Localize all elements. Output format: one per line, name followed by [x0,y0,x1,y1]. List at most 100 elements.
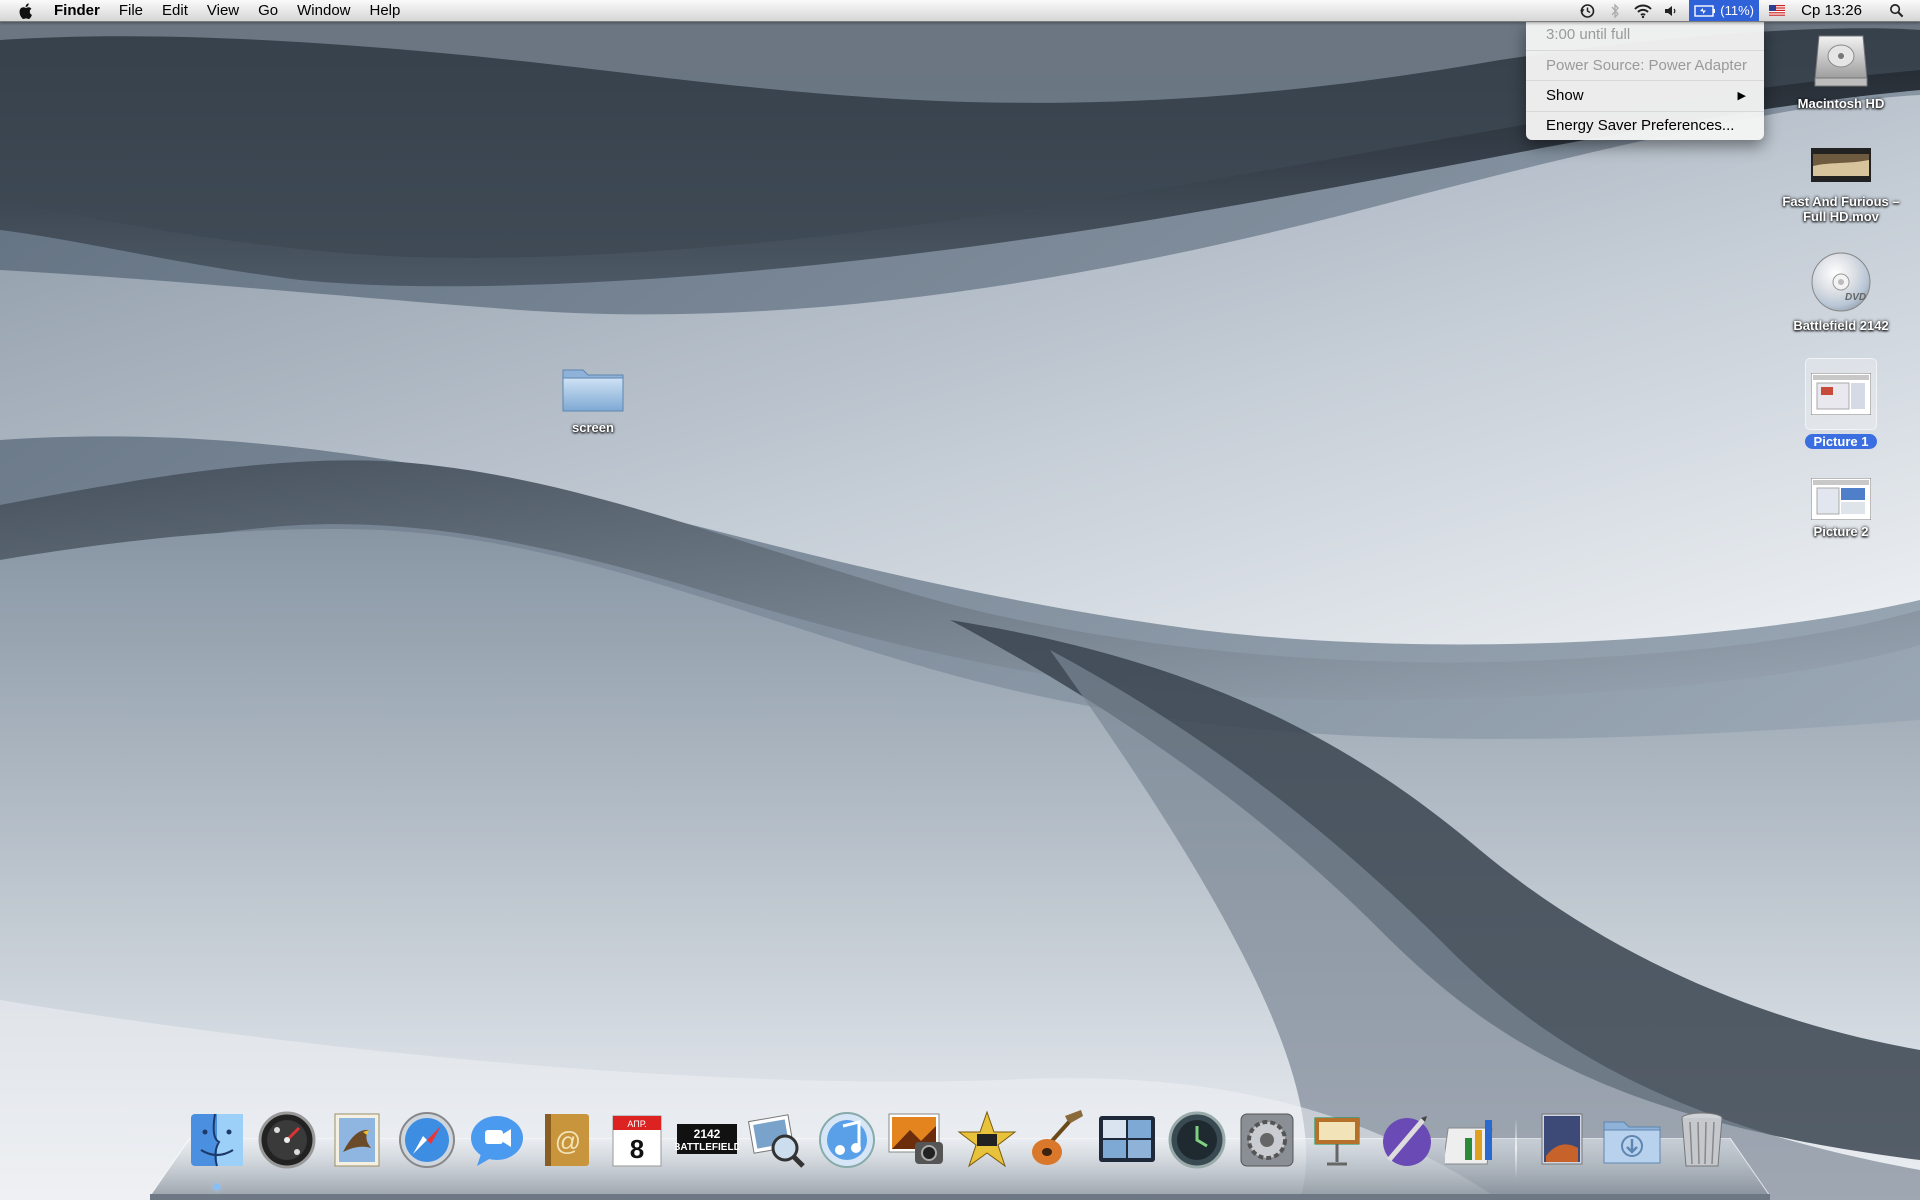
iweb-icon [1383,1116,1431,1166]
dock-iphoto[interactable] [885,1108,949,1178]
dock-trash[interactable] [1670,1108,1734,1178]
dock-ical[interactable]: АПР. 8 [605,1108,669,1178]
imovie-icon [957,1110,1017,1168]
dock-system-preferences[interactable] [1235,1108,1299,1178]
battlefield-2142-icon: 2142BATTLEFIELD [673,1124,741,1154]
desktop-icon-label-line2: Full HD.mov [1803,209,1879,224]
battery-show-submenu[interactable]: Show ▶ [1546,86,1756,106]
menu-edit[interactable]: Edit [162,0,188,21]
time-machine-status-icon[interactable] [1577,0,1597,21]
dock-iweb[interactable] [1375,1108,1439,1178]
menu-separator [1526,50,1764,51]
desktop-icon-label: Picture 2 [1813,524,1869,539]
battery-dropdown-menu: 3:00 until full Power Source: Power Adap… [1526,22,1764,140]
desktop-icon-picture-2[interactable]: Picture 2 [1776,478,1906,539]
dock-preview[interactable] [745,1108,809,1178]
keynote-icon [1314,1117,1360,1166]
selection-highlight [1805,358,1877,430]
dashboard-icon [258,1111,316,1169]
system-preferences-icon [1240,1113,1294,1167]
bluetooth-icon[interactable] [1605,0,1625,21]
ichat-icon [471,1116,523,1166]
battery-menu-extra[interactable]: (11%) [1689,0,1760,21]
dock-address-book[interactable]: @ [535,1108,599,1178]
spaces-icon [1099,1116,1155,1162]
documents-stack-icon [1541,1113,1583,1165]
numbers-icon [1442,1120,1493,1165]
battery-time-status: 3:00 until full [1546,26,1631,43]
itunes-icon [819,1112,875,1168]
dock-safari[interactable] [395,1108,459,1178]
dock-garageband[interactable] [1025,1108,1089,1178]
desktop-icon-label: Fast And Furious – Full HD.mov [1776,194,1906,224]
dock-mail[interactable] [325,1108,389,1178]
hard-drive-icon [1814,35,1868,87]
show-submenu-label: Show [1546,87,1584,104]
desktop-icon-screen-folder[interactable]: screen [528,362,658,435]
desktop-icon-picture-1[interactable]: Picture 1 [1776,358,1906,451]
battery-charging-icon [1694,4,1716,17]
menu-separator [1526,111,1764,112]
menu-file[interactable]: File [119,0,143,21]
menu-app-name[interactable]: Finder [54,0,100,21]
desktop-icon-label: screen [572,420,614,435]
battlefield-title-top: 2142 [694,1127,721,1141]
menu-view[interactable]: View [207,0,239,21]
desktop-icon-macintosh-hd[interactable]: Macintosh HD [1776,28,1906,111]
running-indicator [214,1184,220,1190]
dock-battlefield-2142[interactable]: 2142 BATTLEFIELD [673,1108,741,1178]
dock-finder[interactable] [185,1108,249,1190]
safari-icon [399,1112,455,1168]
finder-icon [191,1113,243,1167]
trash-icon [1681,1112,1723,1167]
desktop-icon-label: Picture 1 [1804,434,1878,449]
dock-keynote[interactable] [1305,1108,1369,1178]
ical-icon: АПР. 8 [612,1115,662,1167]
dock-documents-stack[interactable] [1530,1108,1594,1178]
dock-dashboard[interactable] [255,1108,319,1178]
desktop-icon-label: Battlefield 2142 [1793,318,1889,333]
spotlight-search-icon[interactable] [1886,0,1906,21]
downloads-stack-icon [1603,1121,1661,1164]
dock-itunes[interactable] [815,1108,879,1178]
battlefield-title-bottom: BATTLEFIELD [675,1142,739,1153]
apple-menu-icon[interactable] [18,2,34,20]
garageband-icon [1032,1110,1083,1165]
menu-bar: Finder File Edit View Go Window Help (11… [0,0,1920,22]
time-machine-icon [1168,1111,1226,1169]
screenshot-thumbnail-icon [1811,373,1871,415]
ical-day: 8 [630,1134,644,1164]
submenu-arrow-icon: ▶ [1737,90,1746,102]
desktop-icon-label-line1: Fast And Furious – [1782,194,1900,209]
input-source-flag-icon[interactable] [1767,0,1787,21]
wifi-icon[interactable] [1633,0,1653,21]
dock-downloads-stack[interactable] [1600,1108,1664,1178]
dock: @ АПР. 8 2142 BATTLEFIELD [185,1108,1745,1190]
menu-go[interactable]: Go [258,0,278,21]
menu-window[interactable]: Window [297,0,350,21]
svg-text:@: @ [555,1126,581,1156]
volume-icon[interactable] [1661,0,1681,21]
address-book-icon: @ [545,1114,589,1166]
dock-imovie[interactable] [955,1108,1019,1178]
ical-month: АПР. [627,1119,646,1129]
battery-percent: (11%) [1720,3,1754,18]
menu-clock[interactable]: Ср 13:26 [1801,2,1862,19]
dock-ichat[interactable] [465,1108,529,1178]
folder-icon [562,369,624,412]
movie-thumbnail-icon [1811,148,1871,182]
desktop-icon-label: Macintosh HD [1797,96,1885,111]
dock-time-machine[interactable] [1165,1108,1229,1178]
menu-separator [1526,80,1764,81]
mail-icon [334,1113,380,1167]
energy-saver-preferences-item[interactable]: Energy Saver Preferences... [1546,116,1734,136]
iphoto-icon [888,1113,943,1164]
screenshot-thumbnail-icon [1811,478,1871,520]
preview-icon [747,1114,805,1168]
dock-spaces[interactable] [1095,1108,1159,1178]
desktop-icon-battlefield-2142-dvd[interactable]: DVD Battlefield 2142 [1776,250,1906,333]
svg-text:DVD: DVD [1845,292,1866,303]
menu-help[interactable]: Help [370,0,401,21]
desktop-icon-fast-and-furious-movie[interactable]: Fast And Furious – Full HD.mov [1776,140,1906,224]
dock-numbers[interactable] [1442,1108,1509,1178]
